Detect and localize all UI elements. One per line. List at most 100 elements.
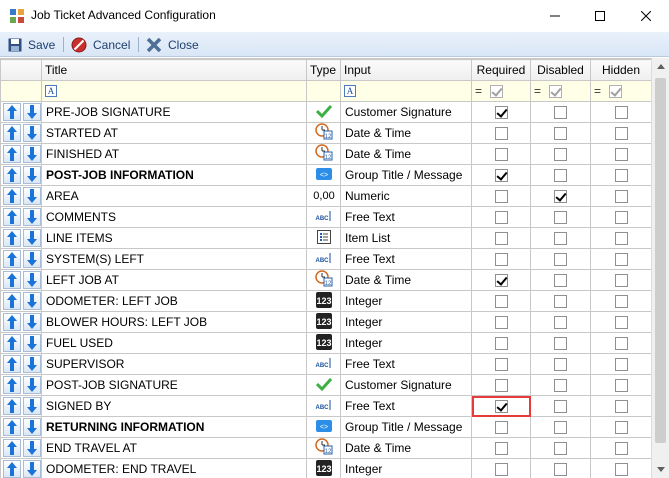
required-checkbox[interactable] — [494, 316, 508, 330]
hidden-checkbox[interactable] — [614, 211, 628, 225]
hidden-checkbox[interactable] — [614, 148, 628, 162]
disabled-cell[interactable] — [530, 227, 591, 249]
table-row[interactable]: PRE-JOB SIGNATURE Customer Signature — [0, 101, 651, 123]
row-input[interactable]: Integer — [340, 290, 472, 312]
row-title[interactable]: END TRAVEL AT — [41, 437, 307, 459]
header-required[interactable]: Required — [471, 59, 531, 81]
vertical-scrollbar[interactable] — [651, 58, 669, 478]
hidden-cell[interactable] — [590, 458, 651, 478]
scroll-down-button[interactable] — [652, 461, 669, 478]
disabled-cell[interactable] — [530, 248, 591, 270]
table-row[interactable]: RETURNING INFORMATION <> Group Title / Mes… — [0, 416, 651, 438]
row-title[interactable]: STARTED AT — [41, 122, 307, 144]
filter-checkbox[interactable] — [490, 84, 504, 98]
disabled-checkbox[interactable] — [554, 127, 567, 141]
hidden-cell[interactable] — [590, 269, 651, 291]
disabled-checkbox[interactable] — [554, 316, 567, 330]
disabled-cell[interactable] — [530, 458, 591, 478]
hidden-checkbox[interactable] — [614, 400, 628, 414]
row-title[interactable]: POST-JOB SIGNATURE — [41, 374, 307, 396]
table-row[interactable]: FINISHED AT 12 Date & Time — [0, 143, 651, 165]
required-cell[interactable] — [471, 458, 531, 478]
hidden-cell[interactable] — [590, 290, 651, 312]
move-down-button[interactable] — [23, 418, 41, 436]
filter-disabled[interactable]: = — [530, 80, 591, 102]
required-checkbox[interactable] — [494, 127, 508, 141]
move-down-button[interactable] — [23, 439, 41, 457]
required-cell[interactable] — [471, 206, 531, 228]
required-cell[interactable] — [471, 101, 531, 123]
move-up-button[interactable] — [3, 376, 21, 394]
move-down-button[interactable] — [23, 145, 41, 163]
hidden-checkbox[interactable] — [614, 295, 628, 309]
row-input[interactable]: Date & Time — [340, 269, 472, 291]
disabled-checkbox[interactable] — [554, 400, 567, 414]
required-cell[interactable] — [471, 185, 531, 207]
row-title[interactable]: PRE-JOB SIGNATURE — [41, 101, 307, 123]
hidden-cell[interactable] — [590, 185, 651, 207]
disabled-checkbox[interactable] — [554, 232, 567, 246]
move-up-button[interactable] — [3, 460, 21, 478]
move-down-button[interactable] — [23, 334, 41, 352]
row-input[interactable]: Integer — [340, 311, 472, 333]
move-up-button[interactable] — [3, 103, 21, 121]
required-cell[interactable] — [471, 374, 531, 396]
row-title[interactable]: LINE ITEMS — [41, 227, 307, 249]
filter-required[interactable]: = — [471, 80, 531, 102]
required-cell[interactable] — [471, 143, 531, 165]
required-cell[interactable] — [471, 332, 531, 354]
row-title[interactable]: POST-JOB INFORMATION — [41, 164, 307, 186]
move-down-button[interactable] — [23, 292, 41, 310]
row-title[interactable]: SUPERVISOR — [41, 353, 307, 375]
hidden-checkbox[interactable] — [614, 337, 628, 351]
text-filter-icon[interactable]: A — [344, 85, 356, 97]
row-title[interactable]: ODOMETER: END TRAVEL — [41, 458, 307, 478]
required-cell[interactable] — [471, 395, 531, 417]
row-title[interactable]: SIGNED BY — [41, 395, 307, 417]
move-down-button[interactable] — [23, 397, 41, 415]
move-up-button[interactable] — [3, 145, 21, 163]
required-cell[interactable] — [471, 122, 531, 144]
required-cell[interactable] — [471, 416, 531, 438]
disabled-checkbox[interactable] — [554, 421, 567, 435]
close-button[interactable]: Close — [146, 36, 199, 54]
row-title[interactable]: FINISHED AT — [41, 143, 307, 165]
move-up-button[interactable] — [3, 313, 21, 331]
disabled-checkbox[interactable] — [554, 358, 567, 372]
row-input[interactable]: Free Text — [340, 206, 472, 228]
disabled-checkbox[interactable] — [554, 106, 567, 120]
required-checkbox[interactable] — [494, 379, 508, 393]
required-checkbox[interactable] — [494, 148, 508, 162]
disabled-checkbox[interactable] — [554, 169, 567, 183]
move-down-button[interactable] — [23, 460, 41, 478]
required-cell[interactable] — [471, 290, 531, 312]
required-cell[interactable] — [471, 164, 531, 186]
table-row[interactable]: POST-JOB INFORMATION <> Group Title / Mess… — [0, 164, 651, 186]
row-title[interactable]: COMMENTS — [41, 206, 307, 228]
disabled-checkbox[interactable] — [554, 190, 567, 204]
disabled-cell[interactable] — [530, 332, 591, 354]
disabled-checkbox[interactable] — [554, 337, 567, 351]
required-checkbox[interactable] — [494, 274, 508, 288]
table-row[interactable]: BLOWER HOURS: LEFT JOB 123 Integer — [0, 311, 651, 333]
table-row[interactable]: SYSTEM(S) LEFT ABC Free Text — [0, 248, 651, 270]
disabled-checkbox[interactable] — [554, 295, 567, 309]
row-input[interactable]: Free Text — [340, 353, 472, 375]
hidden-checkbox[interactable] — [614, 316, 628, 330]
equals-filter-icon[interactable]: = — [475, 84, 482, 98]
row-input[interactable]: Customer Signature — [340, 101, 472, 123]
required-cell[interactable] — [471, 248, 531, 270]
hidden-cell[interactable] — [590, 332, 651, 354]
required-checkbox[interactable] — [494, 295, 508, 309]
hidden-cell[interactable] — [590, 248, 651, 270]
move-up-button[interactable] — [3, 292, 21, 310]
required-cell[interactable] — [471, 353, 531, 375]
hidden-cell[interactable] — [590, 143, 651, 165]
header-type[interactable]: Type — [306, 59, 341, 81]
table-row[interactable]: SUPERVISOR ABC Free Text — [0, 353, 651, 375]
hidden-checkbox[interactable] — [614, 358, 628, 372]
row-title[interactable]: LEFT JOB AT — [41, 269, 307, 291]
hidden-cell[interactable] — [590, 206, 651, 228]
hidden-cell[interactable] — [590, 437, 651, 459]
row-input[interactable]: Group Title / Message — [340, 164, 472, 186]
